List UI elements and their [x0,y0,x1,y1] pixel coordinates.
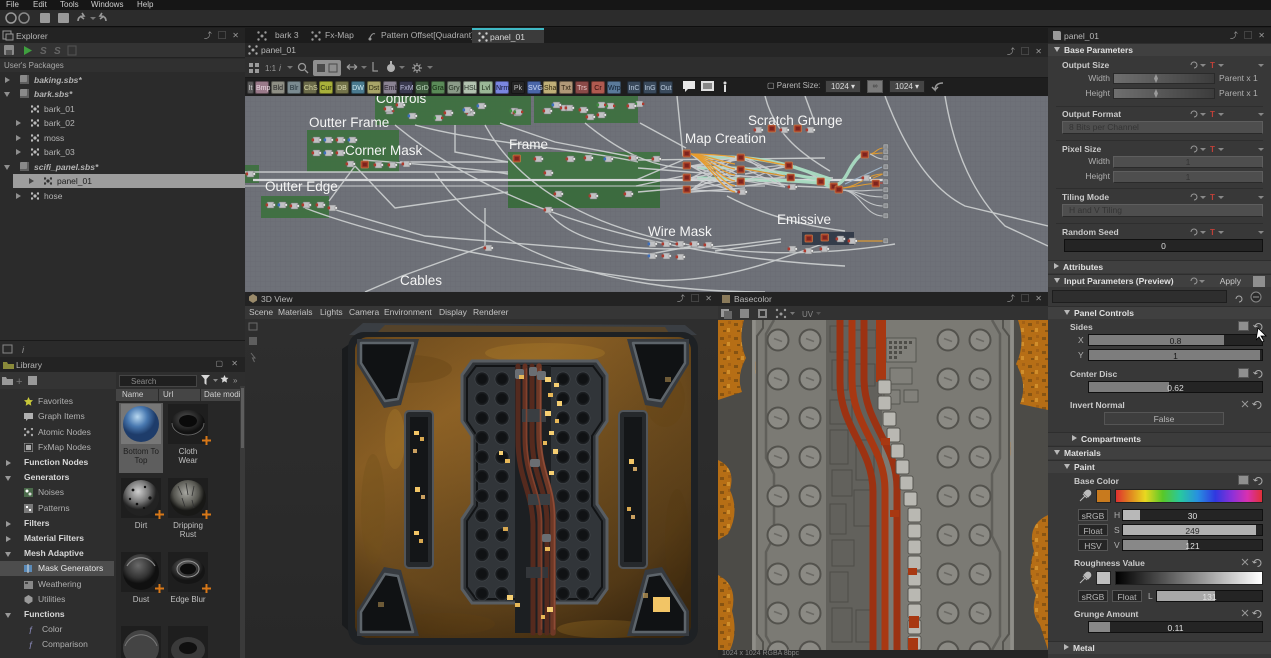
svg-text:T: T [1210,110,1215,119]
svg-text:Outter Edge: Outter Edge [265,179,338,194]
svg-text:ƒ: ƒ [28,640,33,649]
svg-text:Cables: Cables [400,273,442,288]
svg-text:T: T [1210,228,1215,237]
svg-text:Outter Frame: Outter Frame [309,115,389,130]
svg-text:S: S [40,46,47,57]
svg-text:+: + [16,376,22,388]
svg-text:i: i [22,345,25,355]
svg-text:ƒ: ƒ [28,625,33,634]
svg-text:Map Creation: Map Creation [685,131,766,146]
svg-text:S: S [54,46,61,57]
svg-text:1:1: 1:1 [265,64,277,73]
svg-text:i: i [279,63,282,73]
svg-text:Frame: Frame [509,137,548,152]
svg-text:T: T [1210,145,1215,154]
svg-text:UV: UV [802,310,814,319]
svg-text:»: » [233,376,238,385]
svg-text:Wire Mask: Wire Mask [648,224,712,239]
svg-text:T: T [1210,193,1215,202]
svg-text:Corner Mask: Corner Mask [345,143,423,158]
svg-text:Emissive: Emissive [777,212,831,227]
svg-text:T: T [1210,61,1215,70]
svg-text:Controls: Controls [376,96,427,106]
svg-text:Scratch Grunge: Scratch Grunge [748,113,843,128]
